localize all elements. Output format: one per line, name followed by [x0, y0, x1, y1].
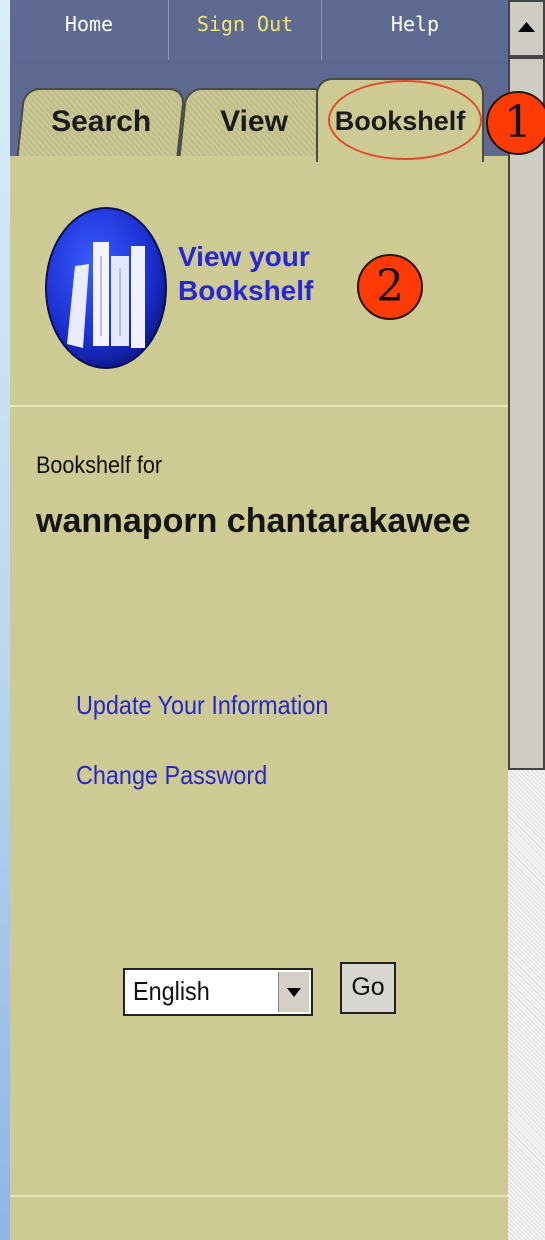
nav-home-link[interactable]: Home	[10, 0, 168, 60]
book-shelf-icon[interactable]	[45, 206, 167, 370]
callout-badge-2: 2	[357, 254, 423, 320]
language-select[interactable]: English	[123, 968, 313, 1016]
bookshelf-panel: Home Sign Out Help Search View Bookshelf…	[10, 0, 545, 1240]
scroll-up-arrow-icon	[518, 22, 535, 32]
vertical-scrollbar[interactable]	[508, 0, 545, 1240]
change-password-link[interactable]: Change Password	[76, 760, 267, 791]
tab-search-label: Search	[51, 105, 152, 138]
section-divider	[10, 1195, 508, 1197]
top-nav: Home Sign Out Help	[10, 0, 508, 60]
nav-help-link[interactable]: Help	[322, 0, 508, 60]
tab-view-label: View	[220, 105, 289, 138]
section-divider	[10, 405, 508, 407]
screen: Home Sign Out Help Search View Bookshelf…	[0, 0, 545, 1240]
scroll-thumb[interactable]	[508, 57, 545, 770]
scroll-up-button[interactable]	[508, 0, 545, 57]
nav-sign-out-link[interactable]: Sign Out	[169, 0, 321, 60]
left-gradient-strip	[0, 0, 10, 1240]
bookshelf-tab-highlight	[328, 80, 482, 160]
bookshelf-for-label: Bookshelf for	[36, 452, 163, 479]
language-select-value: English	[133, 976, 210, 1006]
user-name: wannaporn chantarakawee	[36, 502, 471, 540]
go-button[interactable]: Go	[340, 962, 396, 1014]
callout-badge-1: 1	[486, 91, 545, 155]
view-your-bookshelf-link[interactable]: View your Bookshelf	[178, 240, 338, 308]
tab-search[interactable]: Search	[16, 88, 186, 158]
tab-view[interactable]: View	[178, 88, 330, 158]
update-information-link[interactable]: Update Your Information	[76, 690, 328, 721]
dropdown-arrow-icon[interactable]	[278, 972, 309, 1012]
